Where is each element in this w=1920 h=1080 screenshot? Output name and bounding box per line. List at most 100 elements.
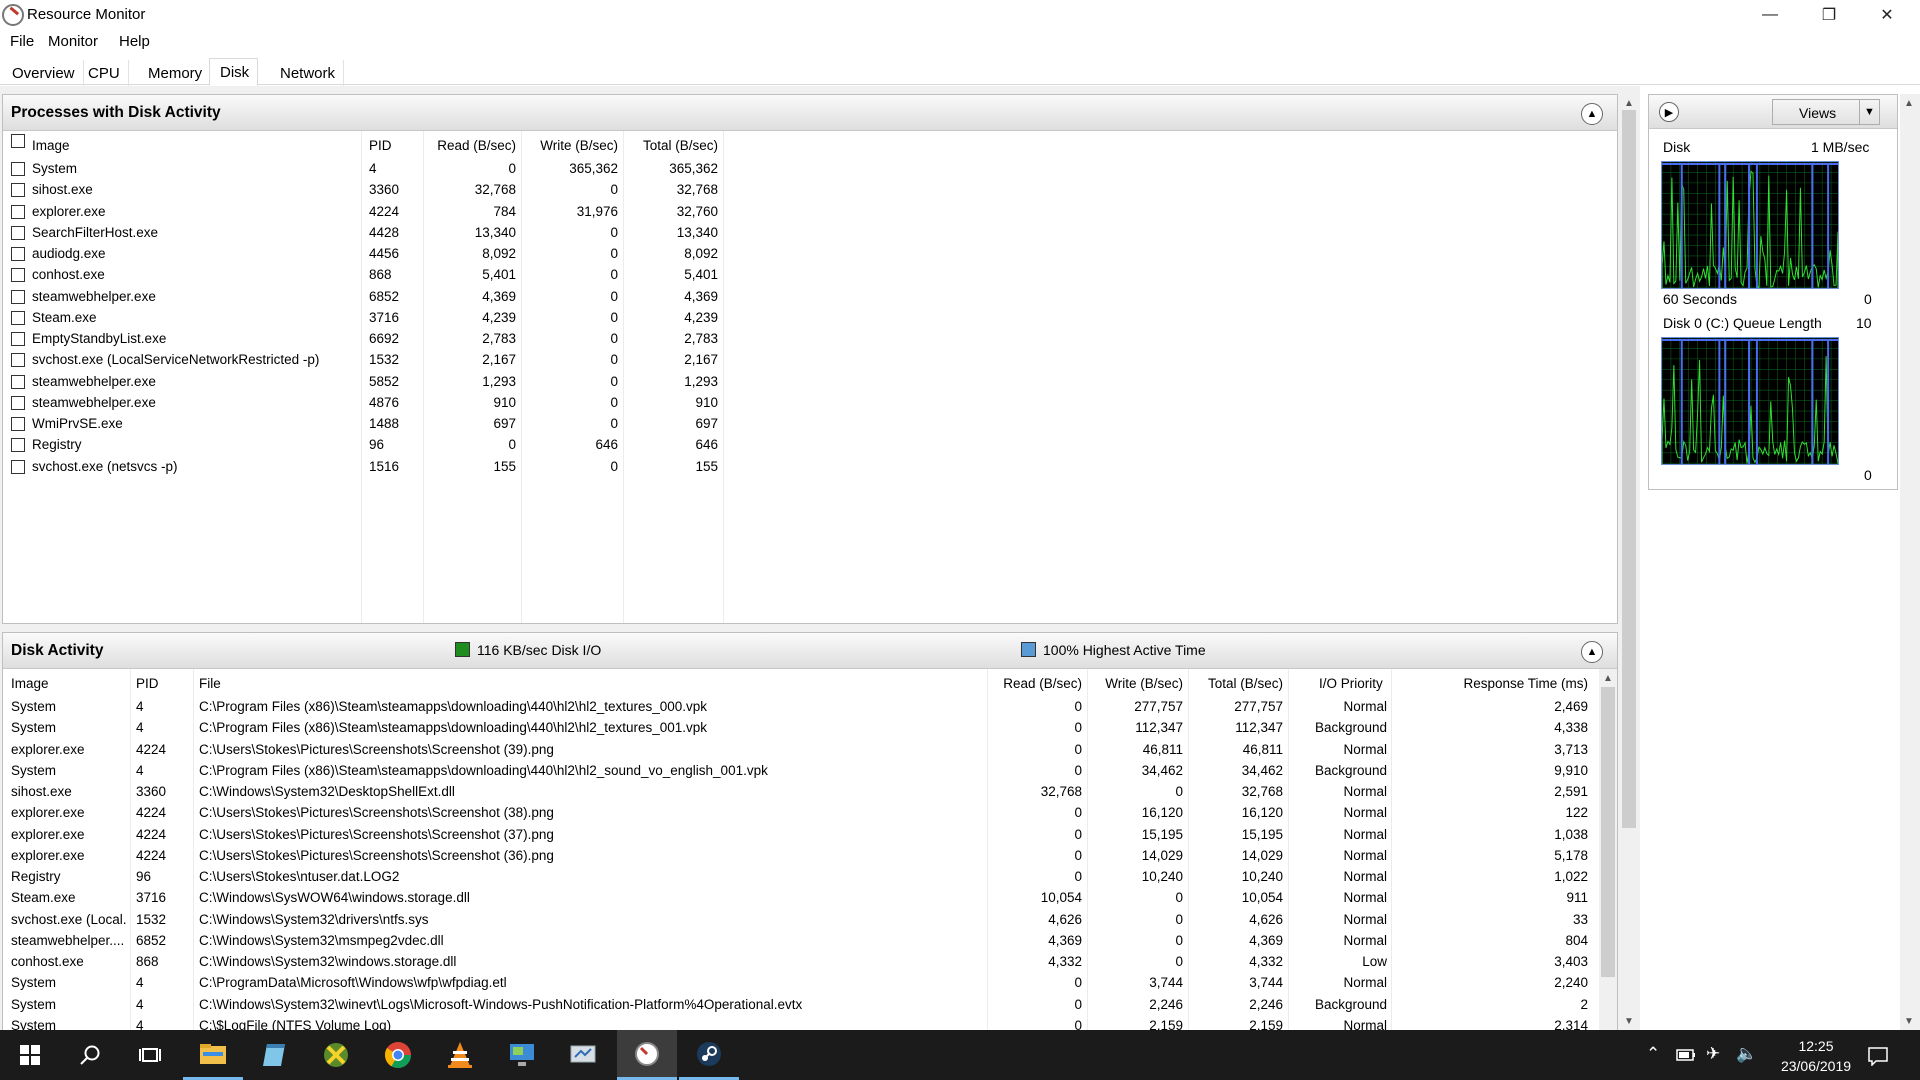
menu-file[interactable]: File [10,33,34,50]
main-scrollbar[interactable]: ▲ ▼ [1620,94,1638,1030]
windows-start-icon[interactable] [0,1030,60,1080]
table-row[interactable]: conhost.exe 868 C:\Windows\System32\window… [3,952,1599,973]
column-total[interactable]: Total (B/sec) [623,138,718,153]
views-button[interactable]: Views ▼ [1772,99,1880,125]
process-checkbox[interactable] [11,417,25,431]
process-checkbox[interactable] [11,353,25,368]
restore-button[interactable]: ❐ [1800,0,1858,30]
process-checkbox[interactable] [11,204,25,219]
select-all-checkbox[interactable] [11,134,25,148]
tab-memory[interactable]: Memory [138,60,212,86]
table-row[interactable]: SearchFilterHost.exe 4428 13,340 0 13,340 [3,223,1617,244]
processes-header[interactable]: Processes with Disk Activity ▲ [3,95,1617,131]
disk-file: C:\$LogFile (NTFS Volume Log) [199,1017,392,1031]
menu-monitor[interactable]: Monitor [48,33,98,50]
disk-activity-panel: Disk Activity 116 KB/sec Disk I/O 100% H… [2,632,1618,1031]
table-row[interactable]: explorer.exe 4224 784 31,976 32,760 [3,202,1617,223]
process-checkbox[interactable] [11,438,25,453]
collapse-processes-button[interactable]: ▲ [1581,103,1603,125]
control-panel-icon[interactable] [553,1030,613,1080]
process-checkbox[interactable] [11,268,25,283]
disk-activity-scroll-thumb[interactable] [1601,687,1615,977]
table-row[interactable]: explorer.exe 4224 C:\Users\Stokes\Pictures… [3,803,1599,824]
tab-overview[interactable]: Overview [2,60,84,86]
disk-activity-scrollbar[interactable]: ▲ [1599,669,1617,1031]
disk-response-time: 3,403 [1554,954,1588,969]
table-row[interactable]: System 4 C:\ProgramData\Microsoft\Windows\… [3,973,1599,994]
search-icon[interactable] [60,1030,120,1080]
sidebar-scrollbar[interactable]: ▲ ▼ [1900,94,1920,1030]
process-checkbox[interactable] [11,162,25,176]
disk-write: 16,120 [1141,805,1183,821]
battery-icon[interactable] [1676,1048,1696,1062]
table-row[interactable]: audiodg.exe 4456 8,092 0 8,092 [3,244,1617,265]
process-checkbox[interactable] [11,247,25,261]
table-row[interactable]: svchost.exe (Local... 1532 C:\Windows\Syst… [3,910,1599,931]
table-row[interactable]: EmptyStandbyList.exe 6692 2,783 0 2,783 [3,329,1617,350]
table-row[interactable]: System 4 C:\Windows\System32\winevt\Logs\M… [3,995,1599,1016]
expand-sidebar-button[interactable]: ▶ [1659,102,1679,122]
disk-pid: 4224 [136,741,167,757]
table-row[interactable]: conhost.exe 868 5,401 0 5,401 [3,265,1617,286]
table-row[interactable]: sihost.exe 3360 32,768 0 32,768 [3,180,1617,201]
notifications-icon[interactable] [1868,1046,1888,1066]
table-row[interactable]: Registry 96 C:\Users\Stokes\ntuser.dat.LOG… [3,867,1599,888]
column-pid[interactable]: PID [369,138,392,153]
table-row[interactable]: steamwebhelper.exe 4876 910 0 910 [3,393,1617,414]
process-checkbox[interactable] [11,459,25,474]
views-dropdown-icon[interactable]: ▼ [1859,100,1879,124]
table-row[interactable]: svchost.exe (netsvcs -p) 1516 155 0 155 [3,457,1617,478]
close-button[interactable]: ✕ [1858,0,1916,30]
scroll-down-arrow[interactable]: ▼ [1620,1012,1638,1030]
tab-disk[interactable]: Disk [209,58,259,86]
disk-response-time: 4,338 [1554,720,1588,736]
vlc-icon[interactable] [430,1030,490,1080]
main-scroll-thumb[interactable] [1622,110,1636,828]
table-row[interactable]: sihost.exe 3360 C:\Windows\System32\Deskto… [3,782,1599,803]
table-row[interactable]: Registry 96 0 646 646 [3,435,1617,456]
process-checkbox[interactable] [11,332,25,346]
table-row[interactable]: steamwebhelper.exe 6852 4,369 0 4,369 [3,287,1617,308]
chrome-icon[interactable] [368,1030,428,1080]
table-row[interactable]: System 4 0 365,362 365,362 [3,159,1617,180]
process-checkbox[interactable] [11,395,25,410]
table-row[interactable]: svchost.exe (LocalServiceNetworkRestrict… [3,350,1617,371]
show-hidden-icons-icon[interactable]: ⌃ [1646,1044,1660,1064]
process-checkbox[interactable] [11,310,25,325]
volume-icon[interactable]: 🔈 [1736,1044,1757,1064]
table-row[interactable]: explorer.exe 4224 C:\Users\Stokes\Pictures… [3,846,1599,867]
process-checkbox[interactable] [11,374,25,389]
table-row[interactable]: Steam.exe 3716 4,239 0 4,239 [3,308,1617,329]
column-read[interactable]: Read (B/sec) [423,138,516,153]
column-write[interactable]: Write (B/sec) [521,138,618,153]
table-row[interactable]: explorer.exe 4224 C:\Users\Stokes\Pictures… [3,740,1599,761]
table-row[interactable]: System 4 C:\Program Files (x86)\Steam\stea… [3,718,1599,739]
table-row[interactable]: WmiPrvSE.exe 1488 697 0 697 [3,414,1617,435]
notepad-icon[interactable] [245,1030,305,1080]
remote-desktop-icon[interactable] [492,1030,552,1080]
process-checkbox[interactable] [11,289,25,304]
airplane-mode-icon[interactable]: ✈ [1706,1044,1720,1064]
steam-icon[interactable] [679,1030,739,1080]
table-row[interactable]: Steam.exe 3716 C:\Windows\SysWOW64\windows… [3,888,1599,909]
column-image[interactable]: Image [32,138,70,153]
table-row[interactable]: steamwebhelper.... 6852 C:\Windows\System3… [3,931,1599,952]
table-row[interactable]: System 4 C:\$LogFile (NTFS Volume Log) 0 2,1… [3,1016,1599,1031]
resource-monitor-taskbar-icon[interactable] [617,1030,677,1080]
xmind-icon[interactable] [306,1030,366,1080]
table-row[interactable]: steamwebhelper.exe 5852 1,293 0 1,293 [3,372,1617,393]
tab-network[interactable]: Network [270,60,345,86]
task-view-icon[interactable] [120,1030,180,1080]
process-pid: 4876 [369,394,400,410]
process-checkbox[interactable] [11,183,25,198]
tab-cpu[interactable]: CPU [78,60,129,86]
table-row[interactable]: System 4 C:\Program Files (x86)\Steam\stea… [3,761,1599,782]
process-pid: 6852 [369,288,400,304]
table-row[interactable]: System 4 C:\Program Files (x86)\Steam\stea… [3,697,1599,718]
file-explorer-icon[interactable] [183,1030,243,1080]
menu-help[interactable]: Help [119,33,150,50]
taskbar-clock[interactable]: 12:25 23/06/2019 [1776,1036,1856,1076]
table-row[interactable]: explorer.exe 4224 C:\Users\Stokes\Pictures… [3,825,1599,846]
minimize-button[interactable]: — [1741,0,1799,30]
process-checkbox[interactable] [11,225,25,240]
